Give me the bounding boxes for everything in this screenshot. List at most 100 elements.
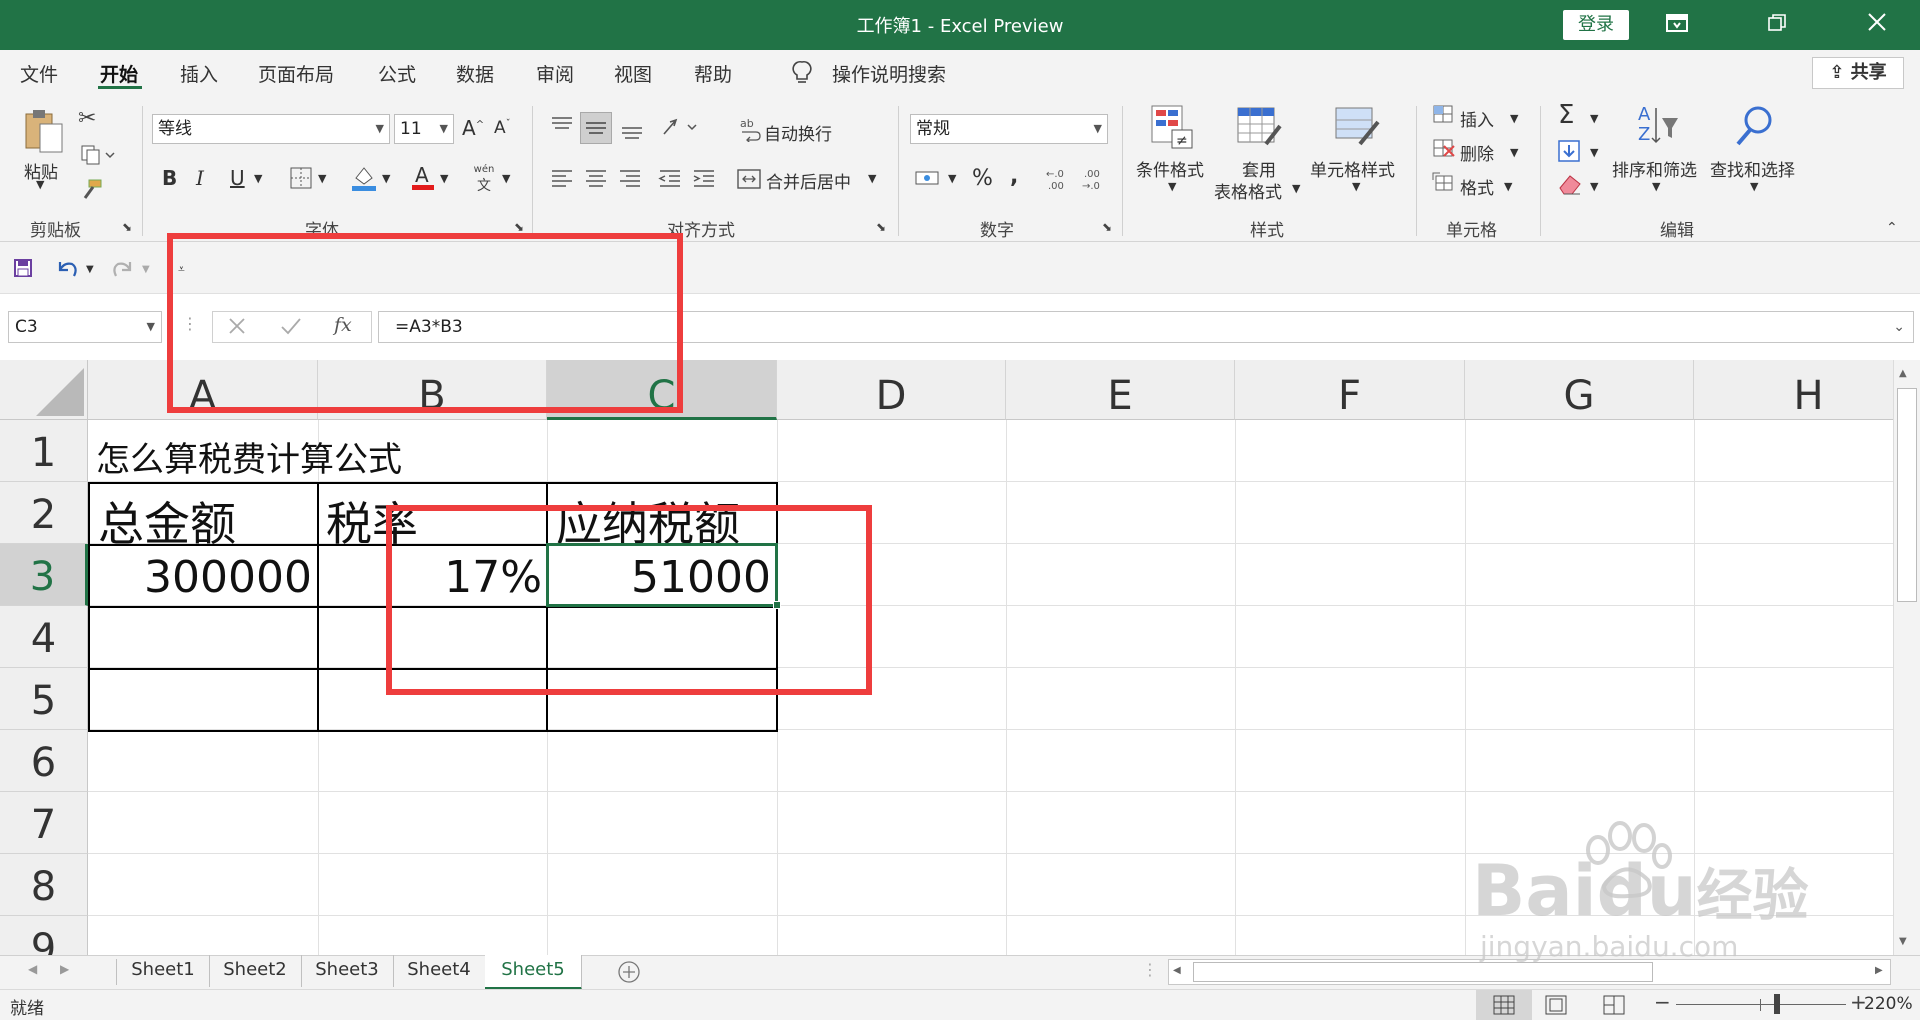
borders-icon[interactable]	[288, 166, 314, 190]
format-cells-button[interactable]: 格式	[1460, 174, 1494, 199]
insert-cells-button[interactable]: 插入	[1460, 106, 1494, 131]
sort-chevron-icon[interactable]: ▼	[1652, 180, 1660, 193]
decrease-indent-icon[interactable]	[656, 166, 684, 194]
conditional-formatting-icon[interactable]: ≠	[1150, 104, 1196, 150]
comma-style-button[interactable]: ,	[1010, 164, 1018, 189]
normal-view-icon[interactable]	[1492, 995, 1516, 1015]
column-header-h[interactable]: H	[1694, 360, 1893, 420]
clipboard-launcher-icon[interactable]: ⬊	[122, 220, 132, 234]
underline-chevron-icon[interactable]: ▼	[254, 172, 262, 185]
sheet-tab-sheet4[interactable]: Sheet4	[393, 955, 486, 987]
align-top-icon[interactable]	[548, 114, 576, 142]
merge-center-button[interactable]: 合并后居中	[766, 168, 851, 193]
name-box[interactable]: C3 ▼	[8, 311, 162, 343]
paste-icon[interactable]	[22, 106, 66, 156]
cell-a1[interactable]: 怎么算税费计算公式	[96, 432, 402, 481]
wrap-text-icon[interactable]: ab	[740, 116, 762, 144]
delete-cells-button[interactable]: 删除	[1460, 140, 1494, 165]
tab-data[interactable]: 数据	[456, 60, 494, 87]
align-center-icon[interactable]	[582, 166, 610, 194]
format-as-table-icon[interactable]	[1236, 104, 1284, 150]
undo-icon[interactable]	[54, 256, 80, 280]
column-header-f[interactable]: F	[1235, 360, 1465, 420]
row-header-8[interactable]: 8	[0, 854, 88, 916]
insert-chevron-icon[interactable]: ▼	[1510, 112, 1518, 125]
row-header-1[interactable]: 1	[0, 420, 88, 482]
ribbon-display-icon[interactable]	[1662, 10, 1692, 40]
redo-icon[interactable]	[110, 256, 136, 280]
font-color-icon[interactable]: A	[410, 162, 436, 192]
conditional-formatting-button[interactable]: 条件格式	[1136, 156, 1204, 181]
fill-down-icon[interactable]	[1556, 138, 1582, 164]
insert-cells-icon[interactable]	[1432, 104, 1456, 126]
tab-page-layout[interactable]: 页面布局	[258, 60, 334, 87]
delete-chevron-icon[interactable]: ▼	[1510, 146, 1518, 159]
share-button[interactable]: ⇪ 共享	[1812, 57, 1904, 89]
tab-help[interactable]: 帮助	[694, 60, 732, 87]
sheet-tab-sheet5[interactable]: Sheet5	[485, 955, 582, 990]
find-select-icon[interactable]	[1732, 104, 1776, 150]
scroll-left-icon[interactable]: ◀	[1173, 965, 1181, 976]
table-chevron-icon[interactable]: ▼	[1292, 182, 1300, 195]
autosum-icon[interactable]: Σ	[1558, 100, 1574, 130]
clear-icon[interactable]	[1556, 172, 1584, 196]
orientation-icon[interactable]	[660, 114, 700, 142]
merge-center-icon[interactable]	[736, 166, 762, 192]
merge-chevron-icon[interactable]: ▼	[868, 172, 876, 185]
zoom-out-icon[interactable]: −	[1654, 990, 1671, 1014]
select-all-corner[interactable]	[0, 360, 88, 420]
borders-chevron-icon[interactable]: ▼	[318, 172, 326, 185]
restore-icon[interactable]	[1762, 10, 1792, 40]
fill-chevron-icon[interactable]: ▼	[382, 172, 390, 185]
sheet-tab-sheet2[interactable]: Sheet2	[209, 955, 302, 987]
format-painter-icon[interactable]	[78, 178, 104, 200]
column-header-e[interactable]: E	[1006, 360, 1235, 420]
cell-a2[interactable]: 总金额	[98, 488, 236, 554]
italic-button[interactable]: I	[196, 166, 204, 190]
font-color-chevron-icon[interactable]: ▼	[440, 172, 448, 185]
phonetic-chevron-icon[interactable]: ▼	[502, 172, 510, 185]
cell-styles-icon[interactable]	[1334, 104, 1382, 150]
row-header-5[interactable]: 5	[0, 668, 88, 730]
wrap-text-button[interactable]: 自动换行	[764, 120, 832, 145]
font-name-select[interactable]: 等线 ▼	[152, 114, 390, 144]
redo-chevron-icon[interactable]: ▼	[142, 264, 150, 275]
sheet-tab-sheet3[interactable]: Sheet3	[301, 955, 394, 987]
bold-button[interactable]: B	[162, 166, 177, 190]
tab-home[interactable]: 开始	[100, 60, 138, 87]
scroll-down-icon[interactable]: ▼	[1899, 936, 1907, 947]
tab-split-grip-icon[interactable]: ⋮	[1142, 960, 1158, 979]
zoom-level[interactable]: 220%	[1864, 994, 1913, 1014]
cell-a3[interactable]: 300000	[90, 552, 312, 603]
paste-chevron-icon[interactable]: ▼	[36, 178, 44, 191]
tab-scroll-right-icon[interactable]: ▶	[60, 962, 69, 976]
vertical-scrollbar[interactable]: ▲ ▼	[1893, 360, 1920, 955]
number-launcher-icon[interactable]: ⬊	[1102, 220, 1112, 234]
font-launcher-icon[interactable]: ⬊	[514, 220, 524, 234]
accounting-chevron-icon[interactable]: ▼	[948, 172, 956, 185]
tab-view[interactable]: 视图	[614, 60, 652, 87]
zoom-slider-thumb[interactable]	[1774, 994, 1780, 1014]
tab-insert[interactable]: 插入	[180, 60, 218, 87]
cut-icon[interactable]: ✂	[78, 106, 96, 131]
row-header-7[interactable]: 7	[0, 792, 88, 854]
add-sheet-icon[interactable]	[616, 960, 642, 986]
scroll-right-icon[interactable]: ▶	[1875, 965, 1883, 976]
close-icon[interactable]	[1862, 10, 1892, 40]
format-as-table-line2[interactable]: 表格格式	[1214, 178, 1282, 203]
align-left-icon[interactable]	[548, 166, 576, 194]
align-middle-icon[interactable]	[580, 112, 612, 144]
tab-review[interactable]: 审阅	[536, 60, 574, 87]
sheet-tab-sheet1[interactable]: Sheet1	[117, 955, 210, 987]
find-chevron-icon[interactable]: ▼	[1750, 180, 1758, 193]
percent-style-button[interactable]: %	[972, 166, 993, 191]
tab-formulas[interactable]: 公式	[378, 60, 416, 87]
autosum-chevron-icon[interactable]: ▼	[1590, 112, 1598, 125]
cell-styles-chevron-icon[interactable]: ▼	[1352, 180, 1360, 193]
row-header-2[interactable]: 2	[0, 482, 88, 544]
login-button[interactable]: 登录	[1563, 10, 1629, 40]
undo-chevron-icon[interactable]: ▼	[86, 264, 94, 275]
sort-filter-icon[interactable]: AZ	[1636, 102, 1680, 150]
scroll-up-icon[interactable]: ▲	[1899, 368, 1907, 379]
font-size-select[interactable]: 11 ▼	[394, 114, 454, 144]
